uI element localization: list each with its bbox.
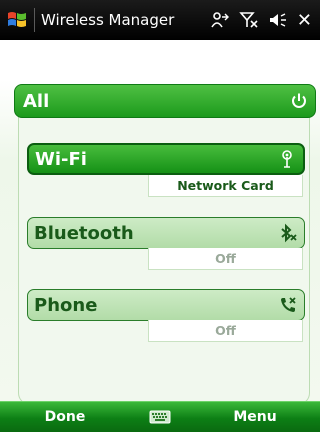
signal-off-icon[interactable] <box>239 11 259 29</box>
soft-key-bar: Done Menu <box>0 401 320 432</box>
system-tray: ✕ <box>210 10 312 31</box>
all-label: All <box>23 90 50 112</box>
phone-toggle-button[interactable]: Phone <box>27 289 305 321</box>
all-toggle-button[interactable]: All <box>14 84 316 118</box>
title-separator <box>34 8 35 32</box>
bluetooth-off-icon <box>278 223 298 243</box>
wifi-status: Network Card <box>148 175 303 197</box>
power-icon <box>289 91 309 111</box>
bluetooth-status: Off <box>148 248 303 270</box>
phone-off-icon <box>278 295 298 315</box>
connectivity-icon[interactable] <box>210 11 230 29</box>
close-icon[interactable]: ✕ <box>297 10 312 31</box>
content-area: All Wi-Fi Network Card Bluetooth Off Pho… <box>0 40 320 405</box>
title-bar: Wireless Manager ✕ <box>0 0 320 40</box>
app-title: Wireless Manager <box>41 11 175 29</box>
wifi-antenna-icon <box>277 149 297 169</box>
menu-button[interactable]: Menu <box>190 409 320 425</box>
volume-icon[interactable] <box>268 11 288 29</box>
phone-status: Off <box>148 320 303 342</box>
keyboard-icon[interactable] <box>130 409 190 425</box>
done-button[interactable]: Done <box>0 409 130 425</box>
bluetooth-toggle-button[interactable]: Bluetooth <box>27 217 305 249</box>
windows-start-icon[interactable] <box>0 0 34 40</box>
wifi-toggle-button[interactable]: Wi-Fi <box>27 143 305 175</box>
bluetooth-label: Bluetooth <box>34 222 134 244</box>
phone-label: Phone <box>34 294 98 316</box>
wifi-label: Wi-Fi <box>35 148 87 170</box>
